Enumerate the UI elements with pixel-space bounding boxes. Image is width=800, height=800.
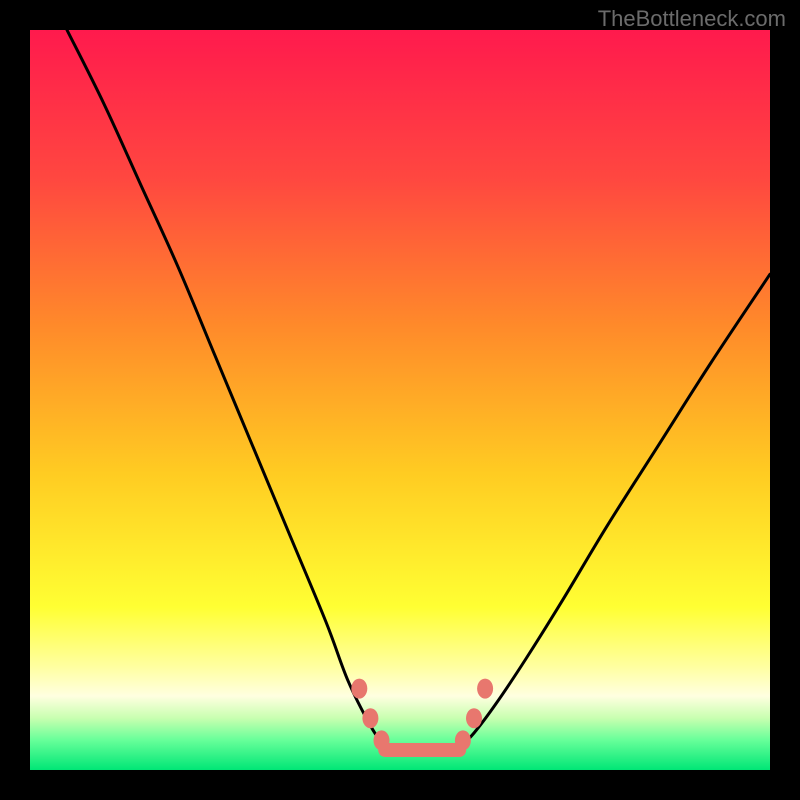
plot-area <box>30 30 770 770</box>
left-marker-1 <box>362 708 378 728</box>
left-marker-2 <box>374 730 390 750</box>
right-marker-2 <box>477 679 493 699</box>
series-right-curve <box>459 274 770 748</box>
curves-svg <box>30 30 770 770</box>
valley-floor-marker <box>378 743 466 757</box>
chart-frame: TheBottleneck.com <box>0 0 800 800</box>
right-marker-0 <box>455 730 471 750</box>
series-left-curve <box>67 30 385 748</box>
watermark-text: TheBottleneck.com <box>598 6 786 32</box>
left-marker-0 <box>351 679 367 699</box>
right-marker-1 <box>466 708 482 728</box>
